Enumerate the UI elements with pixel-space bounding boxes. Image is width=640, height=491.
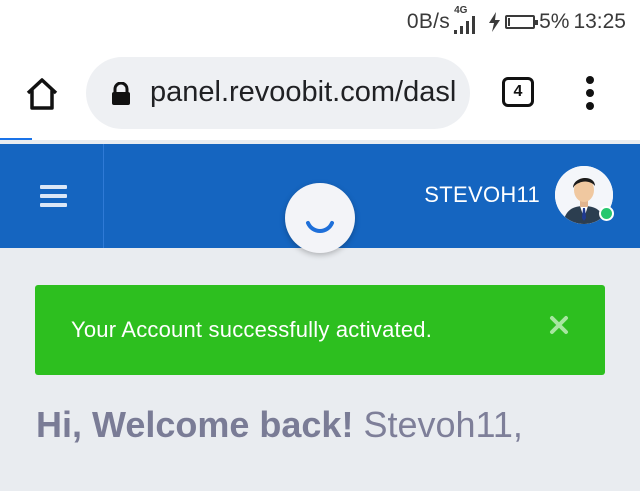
signal-icon: 4G xyxy=(454,5,484,34)
browser-toolbar: panel.revoobit.com/dasl 4 xyxy=(0,46,640,140)
battery-icon xyxy=(505,15,539,29)
welcome-heading: Hi, Welcome back! Stevoh11, xyxy=(36,404,523,446)
clock: 13:25 xyxy=(573,10,626,33)
menu-icon[interactable] xyxy=(0,144,104,248)
lock-icon xyxy=(112,82,130,105)
battery-indicator xyxy=(488,12,539,32)
status-bar: 0B/s 4G 5% 13:25 xyxy=(0,0,640,46)
charging-icon xyxy=(489,12,501,32)
url-text: panel.revoobit.com/dasl xyxy=(150,76,457,108)
tab-count: 4 xyxy=(513,83,523,100)
network-speed: 0B/s xyxy=(406,10,451,33)
tabs-button[interactable]: 4 xyxy=(502,77,534,107)
alert-message: Your Account successfully activated. xyxy=(71,317,433,342)
close-icon[interactable] xyxy=(548,314,570,336)
welcome-username: Stevoh11, xyxy=(363,404,523,445)
loading-spinner xyxy=(285,183,355,253)
page-load-progress xyxy=(0,138,640,140)
home-button[interactable] xyxy=(22,74,62,114)
home-icon xyxy=(26,78,58,110)
status-indicators: 0B/s 4G 5% 13:25 xyxy=(406,5,626,35)
spinner-icon xyxy=(306,221,334,233)
online-status-dot xyxy=(599,206,614,221)
welcome-greeting: Hi, Welcome back! xyxy=(36,404,354,445)
battery-percent: 5% xyxy=(539,10,570,33)
username[interactable]: STEVOH11 xyxy=(424,182,540,208)
address-bar[interactable]: panel.revoobit.com/dasl xyxy=(86,57,470,129)
more-vert-icon[interactable] xyxy=(582,76,602,110)
success-alert: Your Account successfully activated. xyxy=(35,285,605,375)
